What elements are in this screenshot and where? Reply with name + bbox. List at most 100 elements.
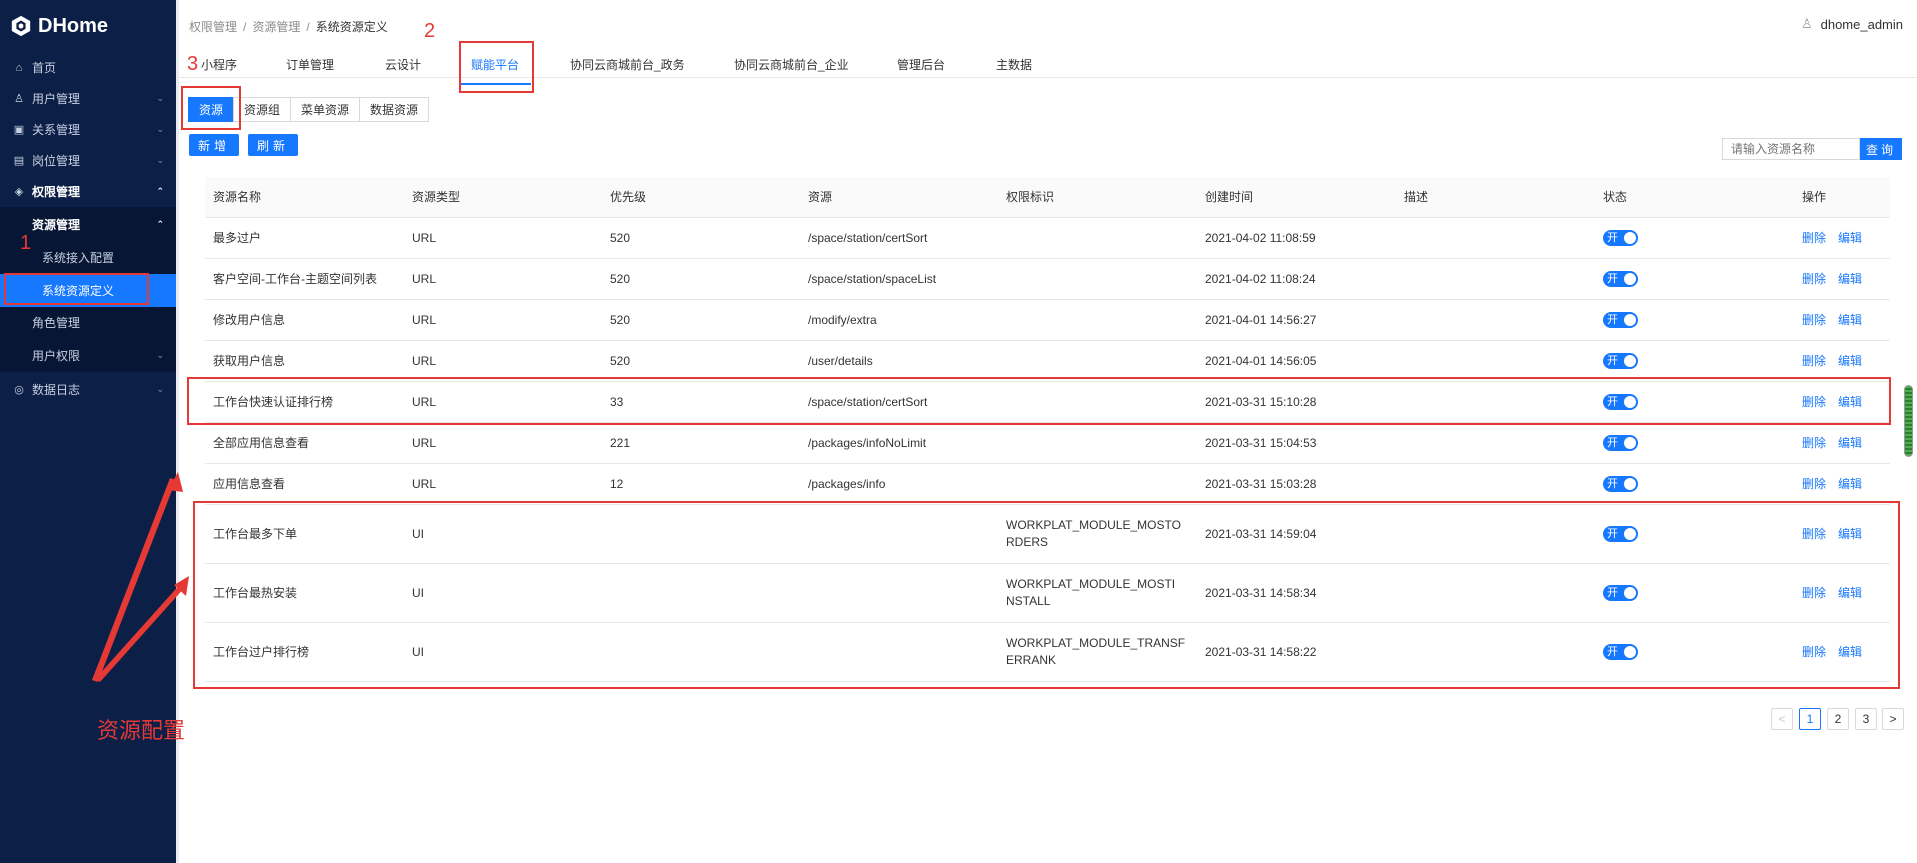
breadcrumb-item[interactable]: 资源管理 [252,20,300,34]
breadcrumb-item[interactable]: 权限管理 [189,20,237,34]
tab-enablement-platform[interactable]: 赋能平台 [458,56,532,85]
sidebar-item-user-mgmt[interactable]: ♙ 用户管理 ⌄ [0,83,176,114]
status-toggle[interactable]: 开 [1603,526,1638,542]
status-toggle[interactable]: 开 [1603,644,1638,660]
cell-actions: 删除 编辑 [1802,505,1892,563]
cell-actions: 删除 编辑 [1802,623,1892,681]
subtab-resource[interactable]: 资源 [188,97,235,122]
sidebar-item-post-mgmt[interactable]: ▤ 岗位管理 ⌄ [0,145,176,176]
delete-link[interactable]: 删除 [1802,271,1826,288]
cell-permission-line: ERRANK [1006,653,1057,667]
edit-link[interactable]: 编辑 [1838,353,1862,370]
app-logo[interactable]: DHome [0,0,176,52]
sidebar-item-user-perm[interactable]: 用户权限 ⌄ [0,338,176,372]
cell-permission-wrap: WORKPLAT_MODULE_MOSTI NSTALL [1006,564,1186,622]
cell-desc [1404,464,1594,504]
status-toggle[interactable]: 开 [1603,230,1638,246]
delete-link[interactable]: 删除 [1802,353,1826,370]
delete-link[interactable]: 删除 [1802,435,1826,452]
next-page-button[interactable]: > [1882,708,1904,730]
sidebar-item-role-mgmt[interactable]: 角色管理 [0,307,176,338]
subtab-menu-resource[interactable]: 菜单资源 [290,97,361,122]
edit-link[interactable]: 编辑 [1838,271,1862,288]
edit-link[interactable]: 编辑 [1838,644,1862,661]
sidebar-item-sys-resource-def[interactable]: 系统资源定义 [0,274,176,307]
status-toggle[interactable]: 开 [1603,312,1638,328]
cell-permission-wrap [1006,423,1186,463]
cell-created: 2021-03-31 15:03:28 [1205,476,1317,491]
prev-page-button[interactable]: < [1771,708,1793,730]
delete-link[interactable]: 删除 [1802,644,1826,661]
refresh-button[interactable]: 刷新 [248,134,299,156]
tab-admin-backend[interactable]: 管理后台 [897,56,945,84]
edit-link[interactable]: 编辑 [1838,435,1862,452]
toggle-label: 开 [1607,272,1618,285]
delete-link[interactable]: 删除 [1802,526,1826,543]
edit-link[interactable]: 编辑 [1838,312,1862,329]
status-toggle[interactable]: 开 [1603,435,1638,451]
chevron-down-icon: ⌄ [156,155,164,165]
cell-permission-wrap [1006,300,1186,340]
cell-permission-wrap: WORKPLAT_MODULE_TRANSF ERRANK [1006,623,1186,681]
tab-order-mgmt[interactable]: 订单管理 [286,56,334,84]
delete-link[interactable]: 删除 [1802,312,1826,329]
sidebar-item-home[interactable]: ⌂ 首页 [0,52,176,83]
cell-status: 开 [1603,341,1723,381]
cell-priority [610,564,800,622]
status-toggle[interactable]: 开 [1603,476,1638,492]
add-button[interactable]: 新增 [189,134,240,156]
toggle-label: 开 [1607,354,1618,367]
status-toggle[interactable]: 开 [1603,271,1638,287]
cell-created: 2021-03-31 14:58:34 [1205,585,1317,600]
sidebar-item-data-log[interactable]: ◎ 数据日志 ⌄ [0,372,176,406]
cell-created: 2021-04-02 11:08:24 [1205,271,1316,286]
app-root: DHome ⌂ 首页 ♙ 用户管理 ⌄ ▣ 关系管理 ⌄ ▤ 岗位管理 ⌄ ◈ … [0,0,1917,863]
status-toggle[interactable]: 开 [1603,394,1638,410]
user-icon: ♙ [14,93,24,105]
table-row: 工作台最热安装 UI WORKPLAT_MODULE_MOSTI NSTALL 2021… [205,564,1890,623]
sidebar-item-permission-mgmt[interactable]: ◈ 权限管理 ⌃ [0,176,176,207]
sidebar-item-relation-mgmt[interactable]: ▣ 关系管理 ⌄ [0,114,176,145]
delete-link[interactable]: 删除 [1802,230,1826,247]
cell-permission-wrap [1006,259,1186,299]
search-input[interactable] [1722,138,1860,160]
cell-name: 应用信息查看 [213,476,286,491]
delete-link[interactable]: 删除 [1802,476,1826,493]
toggle-label: 开 [1607,313,1618,326]
status-toggle[interactable]: 开 [1603,585,1638,601]
cell-status: 开 [1603,564,1723,622]
toggle-knob [1624,646,1636,658]
delete-link[interactable]: 删除 [1802,394,1826,411]
tab-mall-gov[interactable]: 协同云商城前台_政务 [570,56,685,84]
tab-miniprogram[interactable]: 小程序 [201,56,237,84]
query-button[interactable]: 查询 [1860,138,1902,160]
cell-priority: 520 [610,353,631,368]
chevron-down-icon: ⌄ [156,93,164,103]
subtab-data-resource[interactable]: 数据资源 [359,97,430,122]
edit-link[interactable]: 编辑 [1838,230,1862,247]
page-1-button[interactable]: 1 [1799,708,1821,730]
cell-name: 工作台最热安装 [213,585,298,600]
cell-priority: 12 [610,476,624,491]
tab-master-data[interactable]: 主数据 [996,56,1032,84]
cell-permission-line: WORKPLAT_MODULE_MOSTO [1006,518,1181,532]
page-3-button[interactable]: 3 [1855,708,1877,730]
page-2-button[interactable]: 2 [1827,708,1849,730]
cell-status: 开 [1603,259,1723,299]
edit-link[interactable]: 编辑 [1838,476,1862,493]
cell-permission-wrap [1006,218,1186,258]
tab-cloud-design[interactable]: 云设计 [385,56,421,84]
cell-created: 2021-04-02 11:08:59 [1205,230,1316,245]
delete-link[interactable]: 删除 [1802,585,1826,602]
cell-created: 2021-04-01 14:56:05 [1205,353,1317,368]
resource-table: 资源名称 资源类型 优先级 资源 权限标识 创建时间 描述 状态 操作 最多过户… [205,177,1890,682]
subtab-resource-group[interactable]: 资源组 [233,97,292,122]
edit-link[interactable]: 编辑 [1838,526,1862,543]
status-toggle[interactable]: 开 [1603,353,1638,369]
edit-link[interactable]: 编辑 [1838,394,1862,411]
tab-mall-enterprise[interactable]: 协同云商城前台_企业 [734,56,849,84]
scrollbar-thumb[interactable] [1904,385,1913,457]
edit-link[interactable]: 编辑 [1838,585,1862,602]
cell-name: 工作台快速认证排行榜 [213,394,334,409]
user-menu[interactable]: ♙ dhome_admin [1801,16,1903,32]
